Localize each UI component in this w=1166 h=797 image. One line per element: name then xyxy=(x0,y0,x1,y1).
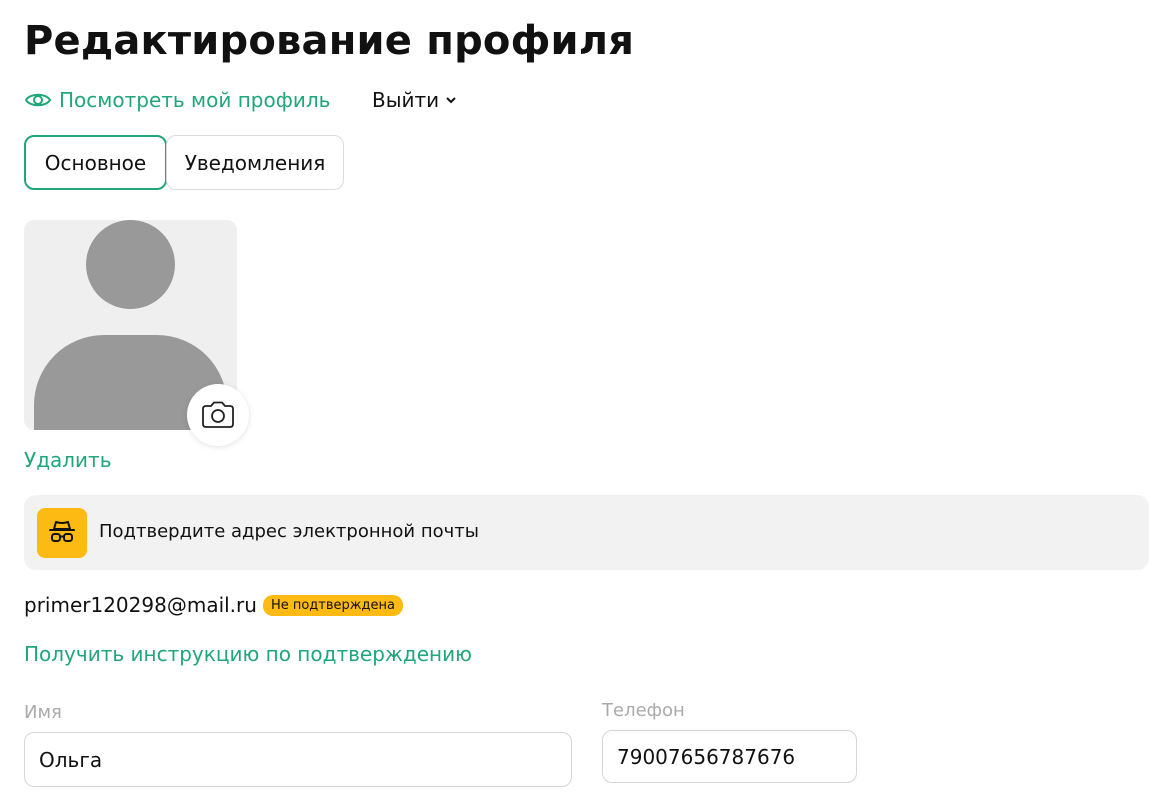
email-confirm-banner: Подтвердите адрес электронной почты xyxy=(24,495,1149,570)
phone-field[interactable] xyxy=(602,730,857,783)
view-profile-label: Посмотреть мой профиль xyxy=(59,88,331,112)
email-row: primer120298@mail.ru Не подтверждена xyxy=(24,590,403,620)
tab-notifications-label: Уведомления xyxy=(184,150,326,175)
camera-icon xyxy=(200,401,236,429)
logout-label: Выйти xyxy=(372,88,440,112)
phone-label: Телефон xyxy=(602,700,685,721)
view-profile-link[interactable]: Посмотреть мой профиль xyxy=(24,85,330,115)
tab-main-label: Основное xyxy=(44,150,147,175)
tab-main[interactable]: Основное xyxy=(24,135,167,190)
upload-photo-button[interactable] xyxy=(187,384,249,446)
delete-photo-link[interactable]: Удалить xyxy=(24,446,112,474)
user-placeholder-icon xyxy=(86,220,175,309)
confirmation-instructions-link[interactable]: Получить инструкцию по подтверждению xyxy=(24,640,472,668)
tab-notifications[interactable]: Уведомления xyxy=(166,135,344,190)
email-address: primer120298@mail.ru xyxy=(24,593,257,617)
status-badge: Не подтверждена xyxy=(262,594,403,616)
name-field[interactable] xyxy=(24,732,572,787)
incognito-spy-icon xyxy=(37,508,87,558)
email-confirm-text: Подтвердите адрес электронной почты xyxy=(99,521,479,542)
name-label: Имя xyxy=(24,702,62,723)
page-title: Редактирование профиля xyxy=(24,18,635,64)
eye-icon xyxy=(24,90,52,110)
chevron-down-icon xyxy=(445,95,457,105)
logout-dropdown[interactable]: Выйти xyxy=(372,85,457,115)
